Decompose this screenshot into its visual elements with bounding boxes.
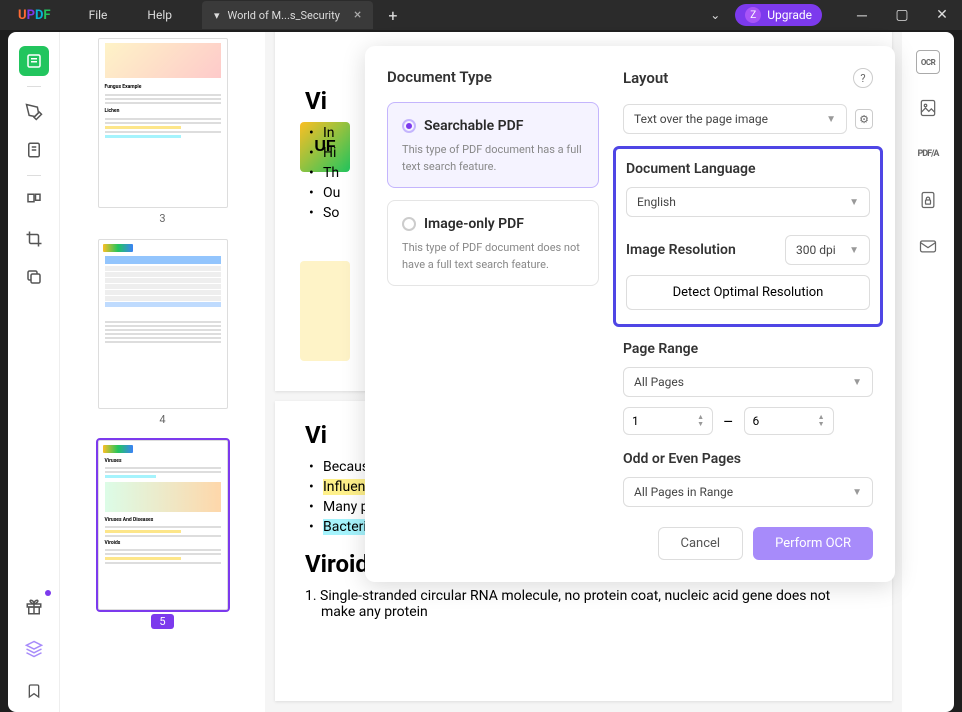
annotate-tool[interactable] [19, 97, 49, 127]
perform-ocr-button[interactable]: Perform OCR [753, 527, 873, 560]
document-type-label: Document Type [387, 68, 599, 86]
user-badge: Z [745, 7, 761, 23]
maximize-button[interactable]: ▢ [882, 0, 922, 30]
option-description: This type of PDF document has a full tex… [402, 142, 584, 175]
doc-text: Single-stranded circular RNA molecule, n… [320, 588, 830, 604]
close-tab-icon[interactable]: × [354, 7, 361, 23]
document-tab[interactable]: ▾ World of M...s_Security × [202, 1, 373, 29]
thumbnails-panel: Fungus Example Lichen 3 4 Viruses [60, 32, 265, 712]
page-range-dropdown[interactable]: All Pages▼ [623, 367, 873, 397]
chevron-down-icon: ▼ [826, 114, 836, 125]
edit-tool[interactable] [19, 135, 49, 165]
app-logo: UPDF [0, 8, 69, 23]
radio-icon [402, 119, 416, 133]
tab-dropdown-icon[interactable]: ▾ [214, 9, 220, 22]
range-dash: – [723, 412, 734, 431]
help-icon[interactable]: ? [853, 68, 873, 88]
crop-tool[interactable] [19, 224, 49, 254]
doc-text: make any protein [321, 604, 862, 620]
layout-dropdown[interactable]: Text over the page image▼ [623, 104, 847, 134]
image-resolution-label: Image Resolution [626, 242, 736, 258]
right-toolbar: OCR PDF/A [902, 32, 954, 712]
thumbnail-image-4[interactable] [98, 239, 228, 409]
chevron-down-icon: ▼ [849, 245, 859, 256]
layers-icon[interactable] [19, 634, 49, 664]
thumbnail-image-5[interactable]: Viruses Viruses And Diseases Viroids [98, 440, 228, 610]
document-language-label: Document Language [626, 161, 870, 177]
copy-tool[interactable] [19, 262, 49, 292]
language-dropdown[interactable]: English▼ [626, 187, 870, 217]
left-toolbar [8, 32, 60, 712]
detect-resolution-button[interactable]: Detect Optimal Resolution [626, 275, 870, 310]
mail-icon[interactable] [916, 234, 940, 258]
reader-tool[interactable] [19, 46, 49, 76]
thumbnail: Viruses Viruses And Diseases Viroids 5 [98, 440, 228, 637]
layout-label: Layout [623, 69, 668, 87]
option-description: This type of PDF document does not have … [402, 240, 584, 273]
title-bar: UPDF File Help ▾ World of M...s_Security… [0, 0, 962, 30]
thumbnail-number: 3 [98, 208, 228, 233]
chevron-down-icon: ▼ [852, 377, 862, 388]
stepper-down-icon[interactable]: ▼ [697, 421, 704, 428]
thumbnail: 4 [98, 239, 228, 434]
thumbnail-number: 4 [98, 409, 228, 434]
menu-file[interactable]: File [69, 8, 128, 22]
tab-title: World of M...s_Security [228, 9, 340, 22]
menu-help[interactable]: Help [127, 8, 192, 22]
resolution-dropdown[interactable]: 300 dpi▼ [785, 235, 870, 265]
ocr-tool-icon[interactable]: OCR [916, 50, 940, 74]
chevron-down-icon[interactable]: ⌄ [710, 8, 720, 22]
lock-file-icon[interactable] [916, 188, 940, 212]
odd-even-dropdown[interactable]: All Pages in Range▼ [623, 477, 873, 507]
gift-icon[interactable] [19, 592, 49, 622]
image-only-pdf-option[interactable]: Image-only PDF This type of PDF document… [387, 200, 599, 286]
new-tab-button[interactable]: + [388, 6, 397, 25]
range-from-input[interactable]: 1▲▼ [623, 407, 713, 435]
pdfa-icon[interactable]: PDF/A [916, 142, 940, 166]
option-title: Image-only PDF [424, 216, 524, 232]
option-title: Searchable PDF [424, 118, 523, 134]
thumbnail-image-3[interactable]: Fungus Example Lichen [98, 38, 228, 208]
list-number: 1. [305, 588, 317, 604]
ocr-settings-panel: Document Type Searchable PDF This type o… [365, 46, 895, 582]
gear-icon[interactable]: ⚙ [855, 109, 873, 129]
searchable-pdf-option[interactable]: Searchable PDF This type of PDF document… [387, 102, 599, 188]
thumbnail-number: 5 [151, 614, 173, 629]
export-image-icon[interactable] [916, 96, 940, 120]
upgrade-button[interactable]: Z Upgrade [735, 4, 822, 26]
odd-even-label: Odd or Even Pages [623, 451, 873, 467]
cancel-button[interactable]: Cancel [658, 527, 744, 560]
page-range-label: Page Range [623, 341, 873, 357]
minimize-button[interactable]: ─ [842, 0, 882, 30]
chevron-down-icon: ▼ [849, 197, 859, 208]
bookmark-icon[interactable] [19, 676, 49, 706]
radio-icon [402, 217, 416, 231]
upgrade-label: Upgrade [767, 8, 812, 22]
range-to-input[interactable]: 6▲▼ [744, 407, 834, 435]
close-button[interactable]: ✕ [922, 0, 962, 30]
stepper-down-icon[interactable]: ▼ [818, 421, 825, 428]
chevron-down-icon: ▼ [852, 487, 862, 498]
thumbnail: Fungus Example Lichen 3 [98, 38, 228, 233]
organize-tool[interactable] [19, 186, 49, 216]
